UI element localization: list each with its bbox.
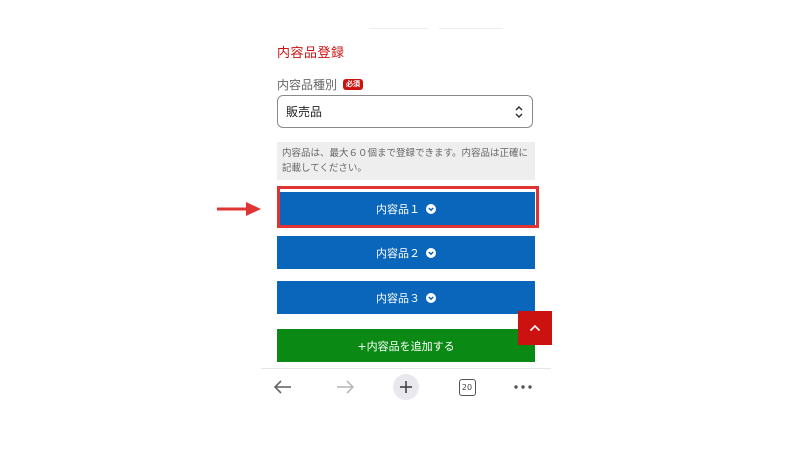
top-divider [439, 28, 503, 29]
required-badge: 必須 [343, 79, 364, 90]
item-2-button[interactable]: 内容品２ [277, 236, 535, 269]
new-tab-button[interactable] [392, 373, 420, 401]
add-item-button[interactable]: +内容品を追加する [277, 329, 535, 362]
browser-toolbar: 20 [261, 368, 551, 405]
item-type-select[interactable]: 販売品 [277, 95, 533, 128]
field-label: 内容品種別 必須 [277, 76, 364, 93]
select-updown-icon [515, 105, 523, 118]
top-divider [369, 28, 429, 29]
scroll-to-top-button[interactable] [518, 311, 552, 345]
tab-switcher-button[interactable]: 20 [453, 373, 481, 401]
chevron-up-icon [529, 324, 541, 332]
item-label: 内容品３ [376, 291, 420, 305]
field-label-text: 内容品種別 [277, 78, 338, 92]
select-value: 販売品 [286, 105, 323, 119]
item-label: 内容品２ [376, 246, 420, 260]
chevron-down-circle-icon [426, 292, 436, 303]
tab-count: 20 [458, 378, 476, 396]
back-button[interactable] [269, 373, 297, 401]
red-arrow-pointer-icon [216, 201, 262, 217]
section-title: 内容品登録 [277, 46, 345, 61]
highlight-box [277, 186, 539, 228]
forward-button[interactable] [331, 373, 359, 401]
arrow-left-icon [273, 380, 291, 394]
plus-icon [393, 374, 419, 400]
notice-text: 内容品は、最大６０個まで登録できます。内容品は正確に記載してください。 [277, 142, 535, 180]
more-menu-button[interactable] [509, 373, 537, 401]
item-3-button[interactable]: 内容品３ [277, 281, 535, 314]
arrow-right-icon [337, 380, 355, 394]
chevron-down-circle-icon [426, 247, 436, 258]
more-dots-icon [514, 385, 532, 389]
